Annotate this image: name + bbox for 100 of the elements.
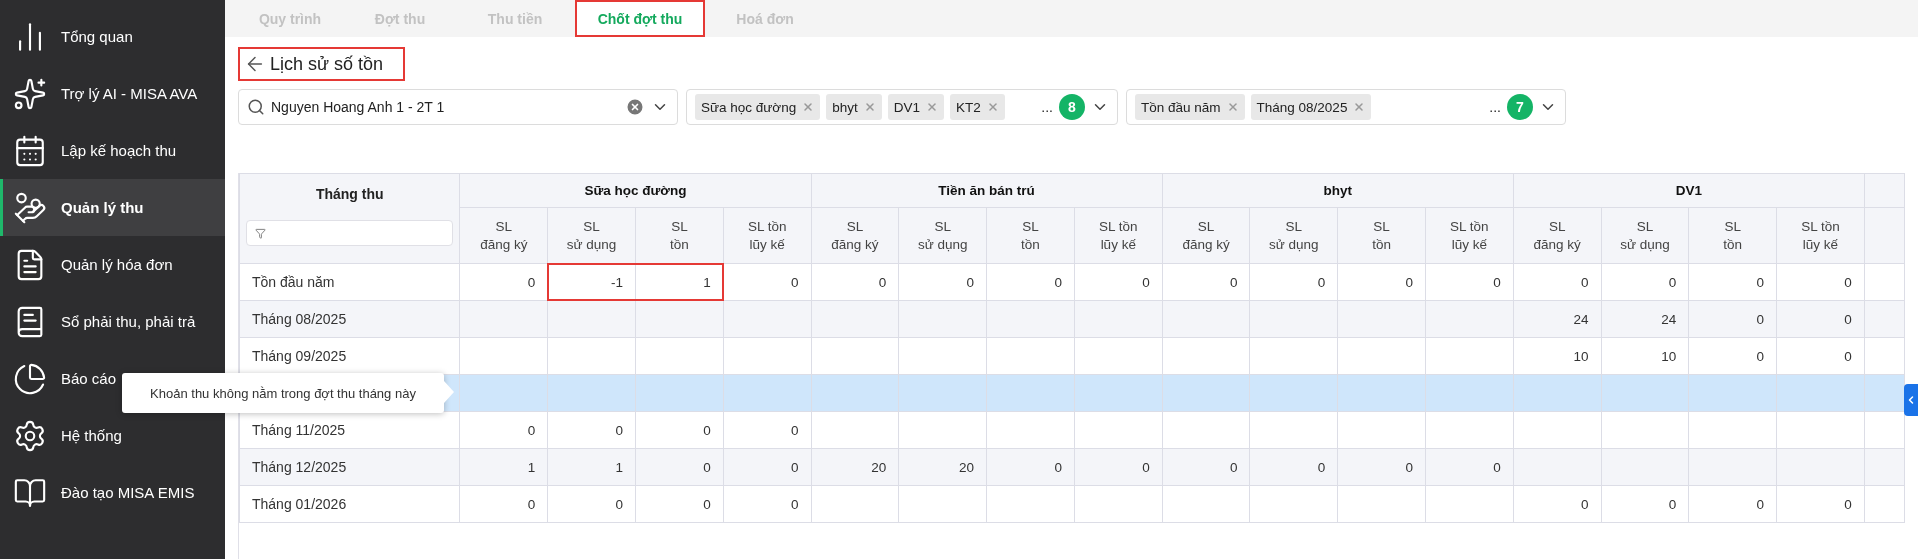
- table-cell: 0: [635, 448, 724, 486]
- table-cell: 0: [1249, 448, 1338, 486]
- table-cell: 0: [1249, 263, 1338, 301]
- table-cell: 0: [1162, 263, 1250, 301]
- remove-icon[interactable]: [863, 101, 876, 113]
- settings-icon: [13, 418, 47, 453]
- table-cell: 0: [1513, 485, 1602, 523]
- sidebar-item[interactable]: Quản lý hóa đơn: [0, 236, 225, 293]
- table-cell: 0: [1688, 337, 1777, 375]
- table-cell: 0: [1776, 337, 1865, 375]
- table-cell: 0: [459, 485, 548, 523]
- remove-icon[interactable]: [802, 101, 815, 113]
- column-header: SL đăng ký: [459, 207, 548, 264]
- remove-icon[interactable]: [986, 101, 999, 113]
- sidebar-item[interactable]: Sổ phải thu, phải trả: [0, 293, 225, 350]
- table-cell: 0: [986, 263, 1075, 301]
- column-header: SL sử dụng: [547, 207, 636, 264]
- column-header: SL tồn lũy kế: [1425, 207, 1514, 264]
- table-cell: 0: [1688, 263, 1777, 301]
- fee-select[interactable]: Sữa học đường bhyt DV1 KT2 ... 8: [686, 89, 1118, 125]
- table-cell: 0: [1688, 300, 1777, 338]
- table-cell: 0: [1776, 263, 1865, 301]
- period-select[interactable]: Tồn đầu năm Tháng 08/2025 ... 7: [1126, 89, 1566, 125]
- group-header: bhyt: [1162, 173, 1514, 208]
- filter-icon: [255, 227, 266, 239]
- column-header: SL sử dụng: [1249, 207, 1338, 264]
- filter-tag[interactable]: Tháng 08/2025: [1250, 94, 1372, 120]
- table-cell: 0: [547, 485, 636, 523]
- table-cell: 0: [1776, 485, 1865, 523]
- sidebar-item[interactable]: Tổng quan: [0, 8, 225, 65]
- tooltip-arrow-icon: [444, 381, 454, 403]
- calendar-icon: [13, 133, 47, 168]
- count-badge: 7: [1507, 94, 1533, 120]
- table-cell: 0: [1776, 300, 1865, 338]
- table-cell: 0: [811, 263, 899, 301]
- column-header: SL tồn lũy kế: [723, 207, 812, 264]
- filter-tag[interactable]: DV1: [887, 94, 945, 120]
- filter-field[interactable]: [246, 220, 454, 246]
- table-cell: 10: [1513, 337, 1602, 375]
- column-header: SL tồn: [986, 207, 1075, 264]
- table-cell: 0: [1513, 263, 1602, 301]
- column-header: SL sử dụng: [898, 207, 987, 264]
- group-header: Tiền ăn bán trú: [811, 173, 1163, 208]
- sidebar-item[interactable]: Đào tạo MISA EMIS: [0, 464, 225, 521]
- filter-tag[interactable]: Tồn đầu năm: [1135, 94, 1245, 120]
- sparkle-icon: [13, 76, 47, 111]
- table-cell: 10: [1601, 337, 1689, 375]
- column-header: SL tồn: [1688, 207, 1777, 264]
- group-header: Sữa học đường: [459, 173, 812, 208]
- student-select[interactable]: Nguyen Hoang Anh 1 - 2T 1: [238, 89, 678, 125]
- table-cell: 0: [1688, 485, 1777, 523]
- filter-tag[interactable]: KT2: [950, 94, 1005, 120]
- table-cell: 0: [723, 411, 812, 449]
- clear-icon[interactable]: [625, 97, 645, 117]
- table-cell: 0: [723, 448, 812, 486]
- pie-chart-icon: [13, 361, 47, 396]
- table-cell: 1: [459, 448, 548, 486]
- column-header: SL đăng ký: [1513, 207, 1602, 264]
- column-header: SL tồn lũy kế: [1074, 207, 1163, 264]
- title-text: Lịch sử số tồn: [270, 53, 384, 75]
- table-cell: 0: [898, 263, 987, 301]
- hand-coin-icon: [13, 190, 47, 225]
- table-cell: Tháng 11/2025: [239, 411, 460, 449]
- table-cell: 1: [635, 263, 724, 301]
- table-cell: 0: [1425, 263, 1514, 301]
- remove-icon[interactable]: [1226, 101, 1239, 113]
- table-cell: Tháng 12/2025: [239, 448, 460, 486]
- table-cell: 0: [1601, 263, 1689, 301]
- table-cell: 0: [547, 411, 636, 449]
- table-cell: 0: [986, 448, 1075, 486]
- count-badge: 8: [1059, 94, 1085, 120]
- sidebar-item[interactable]: Quản lý thu: [0, 179, 225, 236]
- table-cell: 0: [723, 263, 812, 301]
- remove-icon[interactable]: [1353, 101, 1366, 113]
- table-cell: 0: [1162, 448, 1250, 486]
- remove-icon[interactable]: [926, 101, 939, 113]
- filter-tag[interactable]: bhyt: [826, 94, 882, 120]
- table-cell: 1: [547, 448, 636, 486]
- table-cell: 0: [459, 411, 548, 449]
- table-cell: 0: [635, 485, 724, 523]
- table-cell: 20: [811, 448, 899, 486]
- table-cell: Tồn đầu năm: [239, 263, 460, 301]
- table-cell: Tháng 08/2025: [239, 300, 460, 338]
- column-header: SL đăng ký: [811, 207, 899, 264]
- sidebar-item[interactable]: Trợ lý AI - MISA AVA: [0, 65, 225, 122]
- column-header: SL sử dụng: [1601, 207, 1689, 264]
- table-cell: 24: [1513, 300, 1602, 338]
- table-cell: 0: [1601, 485, 1689, 523]
- collapse-button[interactable]: [1904, 384, 1918, 416]
- table-cell: -1: [547, 263, 636, 301]
- column-header: SL tồn: [1337, 207, 1426, 264]
- sidebar-item[interactable]: Lập kế hoạch thu: [0, 122, 225, 179]
- group-header: DV1: [1513, 173, 1865, 208]
- table-cell: 0: [459, 263, 548, 301]
- filter-tag[interactable]: Sữa học đường: [695, 94, 821, 120]
- table-cell: 24: [1601, 300, 1689, 338]
- column-header: SL tồn lũy kế: [1776, 207, 1865, 264]
- table-cell: Tháng 09/2025: [239, 337, 460, 375]
- table-cell: 0: [723, 485, 812, 523]
- table-cell: 0: [635, 411, 724, 449]
